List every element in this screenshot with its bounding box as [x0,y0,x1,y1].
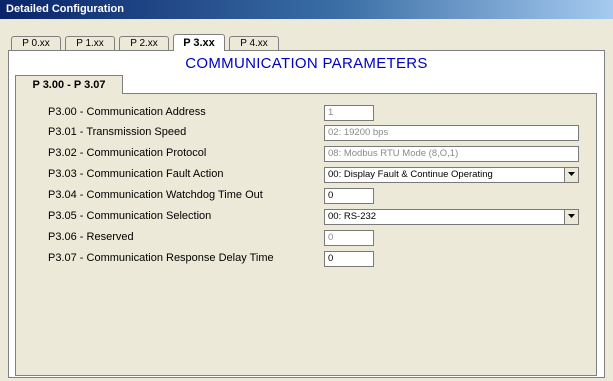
param-label: P3.07 - Communication Response Delay Tim… [48,252,274,264]
tab-p4-label: P 4.xx [240,38,268,49]
chevron-down-icon[interactable] [564,168,578,182]
communication-address-field[interactable]: 1 [324,105,374,121]
tab-p2-label: P 2.xx [130,38,158,49]
param-label: P3.02 - Communication Protocol [48,147,207,159]
tab-p1[interactable]: P 1.xx [65,36,115,50]
watchdog-timeout-field[interactable]: 0 [324,188,374,204]
tab-p4[interactable]: P 4.xx [229,36,279,50]
chevron-down-icon[interactable] [564,210,578,224]
param-label: P3.05 - Communication Selection [48,210,212,222]
tab-content-panel: COMMUNICATION PARAMETERS P 3.00 - P 3.07… [8,50,605,378]
tab-p3[interactable]: P 3.xx [173,34,225,51]
title-bar: Detailed Configuration [0,0,613,19]
communication-selection-value: 00: RS-232 [328,211,377,222]
communication-selection-select[interactable]: 00: RS-232 [324,209,579,225]
fault-action-select[interactable]: 00: Display Fault & Continue Operating [324,167,579,183]
tab-p0-label: P 0.xx [22,38,50,49]
window-title: Detailed Configuration [6,3,124,15]
tab-p0[interactable]: P 0.xx [11,36,61,50]
tab-p1-label: P 1.xx [76,38,104,49]
transmission-speed-field[interactable]: 02: 19200 bps [324,125,579,141]
config-window: P 0.xx P 1.xx P 2.xx P 3.xx P 4.xx COMMU… [0,19,613,381]
parameter-group-tabs: P 0.xx P 1.xx P 2.xx P 3.xx P 4.xx [0,19,613,51]
param-label: P3.04 - Communication Watchdog Time Out [48,189,263,201]
response-delay-field[interactable]: 0 [324,251,374,267]
fault-action-value: 00: Display Fault & Continue Operating [328,169,493,180]
tab-p3-label: P 3.xx [183,37,215,49]
param-label: P3.06 - Reserved [48,231,134,243]
section-title: COMMUNICATION PARAMETERS [185,55,428,72]
subtab-p300-p307[interactable]: P 3.00 - P 3.07 [15,75,123,94]
param-label: P3.01 - Transmission Speed [48,126,187,138]
param-label: P3.00 - Communication Address [48,106,206,118]
reserved-field[interactable]: 0 [324,230,374,246]
parameters-panel: P3.00 - Communication Address 1 P3.01 - … [15,93,597,376]
communication-protocol-field[interactable]: 08: Modbus RTU Mode (8,O,1) [324,146,579,162]
tab-p2[interactable]: P 2.xx [119,36,169,50]
param-label: P3.03 - Communication Fault Action [48,168,224,180]
